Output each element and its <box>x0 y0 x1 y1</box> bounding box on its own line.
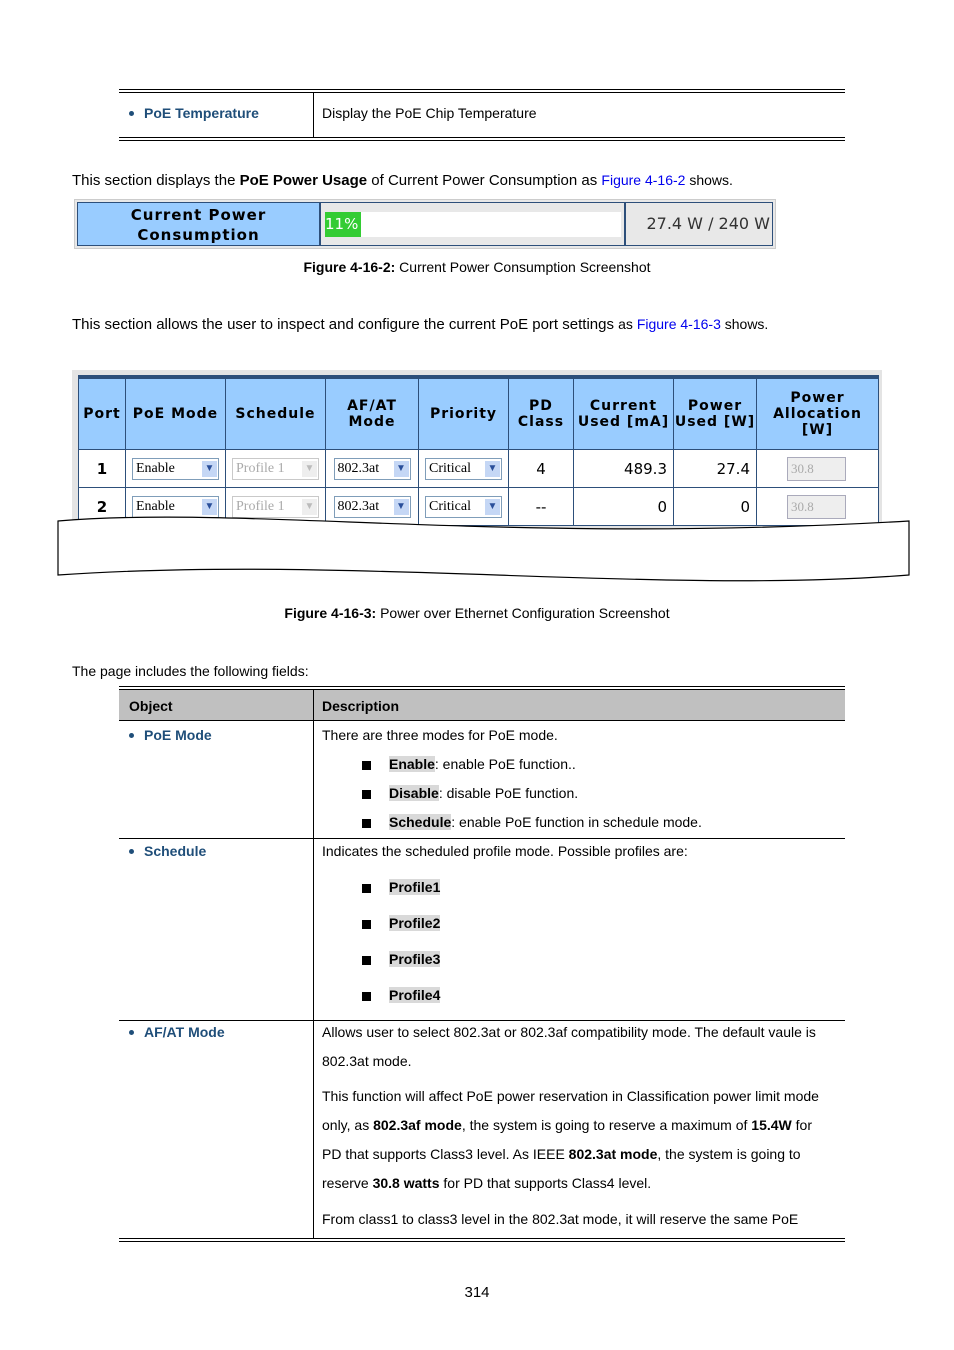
header-description: Description <box>322 698 400 714</box>
header-row: Port PoE Mode Schedule AF/AT Mode Priori… <box>78 378 879 450</box>
fields-header: Object Description <box>119 690 845 721</box>
object-poe-mode: PoE Mode <box>119 727 212 743</box>
object-schedule: Schedule <box>119 843 206 859</box>
figure-caption-4-16-2: Figure 4-16-2: Current Power Consumption… <box>303 259 651 275</box>
chevron-down-icon: ▼ <box>393 460 409 477</box>
power-allocation-input[interactable]: 30.8 <box>787 456 846 481</box>
header-object: Object <box>129 698 173 714</box>
col-pd-class: PD Class <box>508 378 574 450</box>
pd-class: 4 <box>508 449 574 488</box>
object-label: PoE Temperature <box>144 105 259 121</box>
current-used: 489.3 <box>573 449 674 488</box>
document-page: PoE Temperature Display the PoE Chip Tem… <box>0 0 954 1350</box>
figure-link[interactable]: Figure 4-16-2 <box>601 172 685 188</box>
afat-text: Allows user to select 802.3at or 802.3af… <box>322 1024 816 1040</box>
poe-mode-intro: There are three modes for PoE mode. <box>322 727 558 743</box>
power-used: 27.4 <box>673 449 757 488</box>
afat-mode-select[interactable]: 802.3at ▼ <box>333 457 411 480</box>
paragraph-power-usage: This section displays the PoE Power Usag… <box>72 172 733 189</box>
figure-caption-4-16-3: Figure 4-16-3: Power over Ethernet Confi… <box>284 605 670 621</box>
col-poe-mode: PoE Mode <box>125 378 226 450</box>
list-item: Profile3 <box>362 951 441 967</box>
port: 1 <box>78 449 126 488</box>
power-label: Current Power Consumption <box>77 202 320 246</box>
afat-text: reserve 30.8 watts for PD that supports … <box>322 1175 652 1191</box>
col-current-used: Current Used [mA] <box>573 378 674 450</box>
column-divider <box>313 93 314 137</box>
list-item: Profile2 <box>362 915 441 931</box>
col-power-used: Power Used [W] <box>673 378 757 450</box>
chevron-down-icon: ▼ <box>485 460 500 477</box>
afat-text: only, as 802.3af mode, the system is goi… <box>322 1117 812 1133</box>
description: Display the PoE Chip Temperature <box>322 105 537 121</box>
power-value: 27.4 W / 240 W <box>625 202 773 246</box>
afat-text: From class1 to class3 level in the 802.3… <box>322 1211 799 1227</box>
torn-edge-cutout <box>57 516 910 582</box>
priority-select[interactable]: Critical ▼ <box>425 457 502 480</box>
afat-text: This function will affect PoE power rese… <box>322 1088 819 1104</box>
object-poe-temperature: PoE Temperature <box>119 105 259 121</box>
page-number: 314 <box>464 1284 490 1301</box>
chevron-down-icon: ▼ <box>202 460 217 477</box>
row-divider <box>119 838 845 839</box>
figure-link[interactable]: Figure 4-16-3 <box>637 316 721 332</box>
list-item: Enable: enable PoE function.. <box>362 756 576 772</box>
chevron-down-icon: ▼ <box>302 460 317 477</box>
list-item: Profile1 <box>362 879 441 895</box>
afat-text: PD that supports Class3 level. As IEEE 8… <box>322 1146 801 1162</box>
power-progress-bar: 11% <box>325 212 621 237</box>
schedule-intro: Indicates the scheduled profile mode. Po… <box>322 843 688 859</box>
top-table: PoE Temperature Display the PoE Chip Tem… <box>119 89 845 141</box>
power-progress-fill: 11% <box>325 212 361 237</box>
list-item: Disable: disable PoE function. <box>362 785 578 801</box>
poe-mode-select[interactable]: Enable ▼ <box>132 457 219 480</box>
col-schedule: Schedule <box>225 378 326 450</box>
row-divider <box>119 1020 845 1021</box>
schedule-select[interactable]: Profile 1 ▼ <box>232 457 319 480</box>
col-priority: Priority <box>418 378 509 450</box>
col-power-allocation: Power Allocation [W] <box>756 378 879 450</box>
poe-config-table: Port PoE Mode Schedule AF/AT Mode Priori… <box>78 378 879 526</box>
column-divider <box>313 690 314 1238</box>
power-bar-cell: 11% <box>320 202 625 246</box>
table-row: 1 Enable ▼ Profile 1 ▼ 802.3at ▼ Critical ▼ … <box>78 449 879 488</box>
object-afat-mode: AF/AT Mode <box>119 1024 225 1040</box>
list-item: Schedule: enable PoE function in schedul… <box>362 814 702 830</box>
power-consumption-widget: Current Power Consumption 11% 27.4 W / 2… <box>74 199 776 249</box>
list-item: Profile4 <box>362 987 441 1003</box>
afat-text: 802.3at mode. <box>322 1053 412 1069</box>
paragraph-fields-intro: The page includes the following fields: <box>72 663 309 679</box>
col-port: Port <box>78 378 126 450</box>
col-afat-mode: AF/AT Mode <box>325 378 419 450</box>
paragraph-port-settings: This section allows the user to inspect … <box>72 316 769 333</box>
